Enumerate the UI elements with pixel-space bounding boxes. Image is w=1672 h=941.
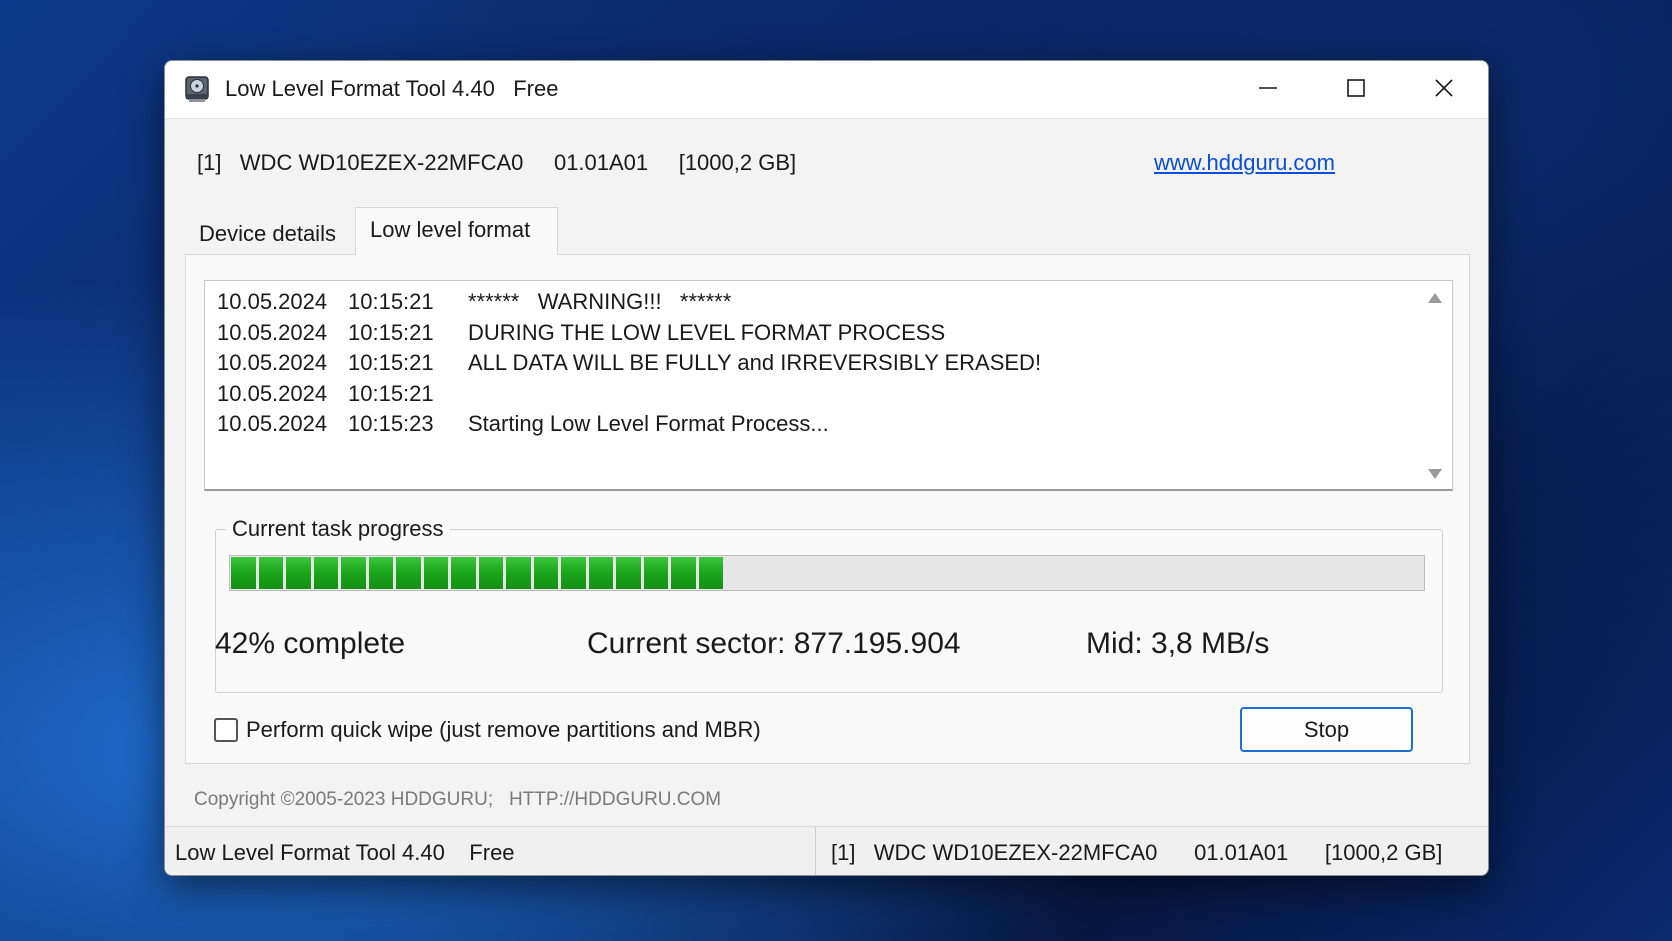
log-message: DURING THE LOW LEVEL FORMAT PROCESS [468, 319, 946, 345]
log-time: 10:15:21 [348, 319, 434, 345]
progress-segment [423, 557, 448, 589]
progress-segment [286, 557, 311, 589]
minimize-button[interactable] [1224, 61, 1312, 119]
close-button[interactable] [1400, 61, 1488, 119]
status-divider [815, 827, 816, 875]
progress-percent-text: 42% complete [215, 627, 406, 660]
log-date: 10.05.2024 [217, 319, 328, 345]
log-date: 10.05.2024 [217, 380, 328, 406]
progress-group-label: Current task progress [226, 516, 450, 542]
scroll-up-arrow-icon[interactable] [1428, 293, 1442, 303]
scroll-down-arrow-icon[interactable] [1428, 469, 1442, 479]
quick-wipe-checkbox[interactable] [214, 718, 238, 742]
log-list[interactable]: 10.05.2024 10:15:21 ****** WARNING!!! ****… [204, 280, 1453, 491]
log-rows: 10.05.2024 10:15:21 ****** WARNING!!! ****… [217, 289, 1041, 442]
progress-segment [451, 557, 476, 589]
progress-segment [533, 557, 558, 589]
progress-segment [698, 557, 723, 589]
log-row: 10.05.2024 10:15:21 DURING THE LOW LEVEL F… [217, 320, 1041, 351]
progress-segment [561, 557, 586, 589]
progress-segment [341, 557, 366, 589]
quick-wipe-label[interactable]: Perform quick wipe (just remove partitio… [246, 717, 761, 743]
progress-segment [478, 557, 503, 589]
log-row: 10.05.2024 10:15:21 ****** WARNING!!! ****… [217, 289, 1041, 320]
website-link[interactable]: www.hddguru.com [1154, 150, 1335, 176]
log-time: 10:15:21 [348, 380, 434, 406]
maximize-button[interactable] [1312, 61, 1400, 119]
progress-segment [258, 557, 283, 589]
status-app-version: Low Level Format Tool 4.40 Free [175, 840, 515, 865]
progress-segment [368, 557, 393, 589]
tab-low-level-format[interactable]: Low level format [355, 207, 558, 255]
current-sector-text: Current sector: 877.195.904 [587, 627, 961, 660]
log-time: 10:15:23 [348, 411, 434, 436]
log-row: 10.05.2024 10:15:21 [217, 381, 1041, 412]
close-icon [1434, 78, 1454, 103]
progress-group [215, 529, 1443, 693]
copyright-text: Copyright ©2005-2023 HDDGURU; HTTP://HDD… [194, 789, 722, 810]
log-row: 10.05.2024 10:15:21 ALL DATA WILL BE FULLY… [217, 350, 1041, 381]
title-bar[interactable]: Low Level Format Tool 4.40 Free [165, 61, 1488, 119]
status-device-info: [1] WDC WD10EZEX-22MFCA0 01.01A01 [1000,… [831, 840, 1443, 865]
log-message: ****** WARNING!!! ****** [468, 289, 732, 314]
log-message: Starting Low Level Format Process... [468, 411, 829, 436]
progress-segment [616, 557, 641, 589]
window-title: Low Level Format Tool 4.40 Free [225, 76, 559, 101]
minimize-icon [1258, 78, 1278, 103]
progress-segment [588, 557, 613, 589]
progress-segment [313, 557, 338, 589]
log-time: 10:15:21 [348, 350, 434, 375]
log-message: ALL DATA WILL BE FULLY and IRREVERSIBLY … [468, 350, 1042, 375]
log-date: 10.05.2024 [217, 411, 328, 436]
log-date: 10.05.2024 [217, 289, 328, 314]
hard-drive-icon [183, 75, 211, 103]
log-row: 10.05.2024 10:15:23 Starting Low Level For… [217, 411, 1041, 442]
speed-text: Mid: 3,8 MB/s [1086, 627, 1270, 660]
stop-button[interactable]: Stop [1240, 707, 1413, 752]
progress-segment [506, 557, 531, 589]
status-bar: Low Level Format Tool 4.40 Free [1] WDC … [165, 826, 1488, 875]
progress-segment [231, 557, 256, 589]
device-info: [1] WDC WD10EZEX-22MFCA0 01.01A01 [1000,… [197, 150, 797, 175]
log-date: 10.05.2024 [217, 350, 328, 375]
progress-bar-fill [231, 557, 732, 589]
progress-segment [643, 557, 668, 589]
log-time: 10:15:21 [348, 289, 434, 314]
progress-segment [396, 557, 421, 589]
progress-bar [229, 555, 1425, 591]
tab-device-details[interactable]: Device details [185, 209, 355, 253]
app-window: Low Level Format Tool 4.40 Free [1] WDC … [164, 60, 1489, 876]
maximize-icon [1346, 78, 1366, 103]
progress-segment [671, 557, 696, 589]
